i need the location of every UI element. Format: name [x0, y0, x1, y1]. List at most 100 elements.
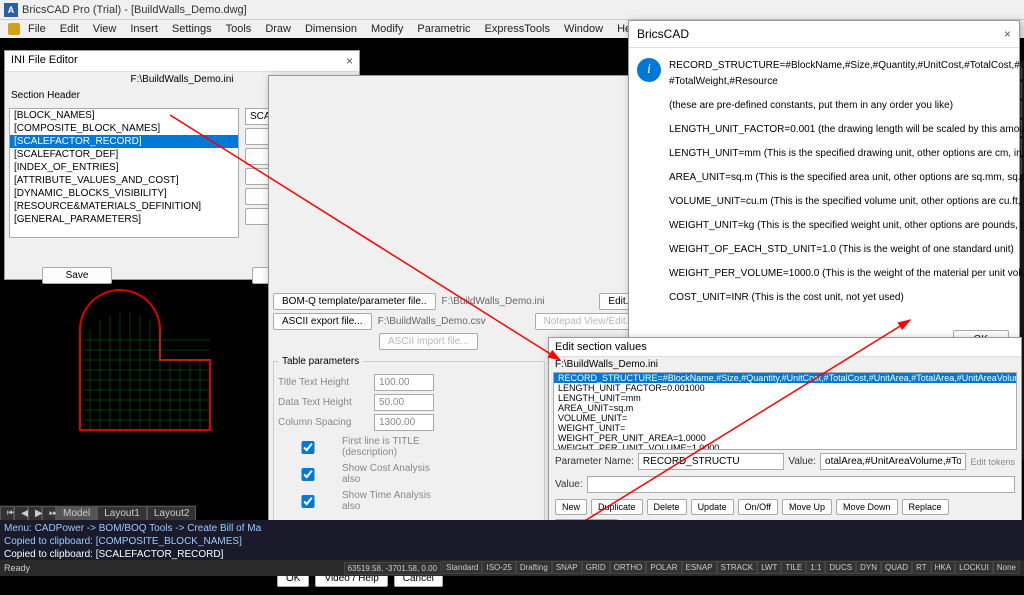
value-item[interactable]: LENGTH_UNIT_FACTOR=0.001000: [554, 383, 1016, 393]
menu-tools[interactable]: Tools: [220, 21, 258, 37]
close-icon[interactable]: ×: [346, 54, 353, 68]
status-lockui[interactable]: LOCKUI: [955, 561, 993, 574]
tab-last-icon[interactable]: ⏭: [42, 506, 56, 521]
table-params-label: Table parameters: [278, 356, 363, 367]
section-item[interactable]: [INDEX_OF_ENTRIES]: [10, 161, 238, 174]
edit-section-dialog: Edit section values F:\BuildWalls_Demo.i…: [548, 337, 1022, 537]
status-polar[interactable]: POLAR: [646, 561, 681, 574]
status-quad[interactable]: QUAD: [881, 561, 912, 574]
value-item[interactable]: WEIGHT_PER_UNIT_AREA=1.0000: [554, 433, 1016, 443]
layout-tabs: ⏮ ◀ ▶ ⏭ Model Layout1 Layout2: [0, 505, 196, 521]
status-esnap[interactable]: ESNAP: [682, 561, 717, 574]
status-dyn[interactable]: DYN: [856, 561, 881, 574]
drawing-shape: [60, 280, 220, 440]
value-item[interactable]: WEIGHT_PER_UNIT_VOLUME=1.0000: [554, 443, 1016, 450]
section-item[interactable]: [RESOURCE&MATERIALS_DEFINITION]: [10, 200, 238, 213]
info-popup: BricsCAD × i RECORD_STRUCTURE=#BlockName…: [628, 20, 1020, 350]
status-snap[interactable]: SNAP: [552, 561, 582, 574]
menu-view[interactable]: View: [87, 21, 123, 37]
menu-insert[interactable]: Insert: [124, 21, 164, 37]
info-title: BricsCAD: [637, 27, 689, 41]
status-drafting[interactable]: Drafting: [516, 561, 552, 574]
notepad-button[interactable]: Notepad View/Edit...: [535, 313, 643, 330]
replace-button[interactable]: Replace: [902, 499, 949, 515]
menu-modify[interactable]: Modify: [365, 21, 409, 37]
menu-draw[interactable]: Draw: [259, 21, 297, 37]
command-line[interactable]: Menu: CADPower -> BOM/BOQ Tools -> Creat…: [0, 520, 1024, 560]
status-rt[interactable]: RT: [912, 561, 931, 574]
status-strack[interactable]: STRACK: [717, 561, 757, 574]
value-item[interactable]: VOLUME_UNIT=: [554, 413, 1016, 423]
update-button[interactable]: Update: [691, 499, 734, 515]
ini-editor-title: INI File Editor: [11, 54, 78, 68]
app-title: BricsCAD Pro (Trial) - [BuildWalls_Demo.…: [22, 4, 247, 16]
section-item[interactable]: [SCALEFACTOR_DEF]: [10, 148, 238, 161]
move-down-button[interactable]: Move Down: [836, 499, 898, 515]
value-item[interactable]: AREA_UNIT=sq.m: [554, 403, 1016, 413]
section-item[interactable]: [SCALEFACTOR_RECORD]: [10, 135, 238, 148]
ascii-import-button[interactable]: ASCII import file...: [379, 333, 478, 350]
section-item[interactable]: [COMPOSITE_BLOCK_NAMES]: [10, 122, 238, 135]
menu-window[interactable]: Window: [558, 21, 609, 37]
tab-layout2[interactable]: Layout2: [147, 506, 197, 521]
info-icon: i: [637, 58, 661, 82]
section-item[interactable]: [ATTRIBUTE_VALUES_AND_COST]: [10, 174, 238, 187]
title-height-input[interactable]: [374, 374, 434, 391]
show-cost-checkbox[interactable]: [278, 468, 338, 481]
param-name-input[interactable]: [638, 453, 784, 470]
info-text: RECORD_STRUCTURE=#BlockName,#Size,#Quant…: [669, 58, 1024, 314]
status-ortho[interactable]: ORTHO: [610, 561, 647, 574]
tab-layout1[interactable]: Layout1: [97, 506, 147, 521]
status-hka[interactable]: HKA: [931, 561, 955, 574]
param-value-input[interactable]: [820, 453, 966, 470]
status-lwt[interactable]: LWT: [757, 561, 781, 574]
status-grid[interactable]: GRID: [582, 561, 610, 574]
show-time-checkbox[interactable]: [278, 495, 338, 508]
col-spacing-input[interactable]: [374, 414, 434, 431]
save-button[interactable]: Save: [42, 267, 112, 284]
status-coords: 63519.58, -3701.58, 0.00: [344, 562, 441, 575]
move-up-button[interactable]: Move Up: [782, 499, 832, 515]
duplicate-button[interactable]: Duplicate: [591, 499, 643, 515]
menu-file[interactable]: File: [22, 21, 52, 37]
data-height-input[interactable]: [374, 394, 434, 411]
status-tile[interactable]: TILE: [781, 561, 806, 574]
menu-expresstools[interactable]: ExpressTools: [479, 21, 556, 37]
menu-dimension[interactable]: Dimension: [299, 21, 363, 37]
tab-model[interactable]: Model: [56, 506, 97, 521]
value-item[interactable]: WEIGHT_UNIT=: [554, 423, 1016, 433]
ascii-export-button[interactable]: ASCII export file...: [273, 313, 372, 330]
new-button[interactable]: New: [555, 499, 587, 515]
on-off-button[interactable]: On/Off: [738, 499, 778, 515]
tab-first-icon[interactable]: ⏮: [0, 506, 14, 521]
menu-parametric[interactable]: Parametric: [411, 21, 476, 37]
status-none[interactable]: None: [993, 561, 1020, 574]
statusbar: Ready 63519.58, -3701.58, 0.00 StandardI…: [0, 560, 1024, 576]
tab-next-icon[interactable]: ▶: [28, 506, 42, 521]
value-item[interactable]: RECORD_STRUCTURE=#BlockName,#Size,#Quant…: [554, 373, 1016, 383]
value-item[interactable]: LENGTH_UNIT=mm: [554, 393, 1016, 403]
edit-tokens-link[interactable]: Edit tokens: [970, 457, 1015, 467]
bomq-path: F:\BuildWalls_Demo.ini: [442, 296, 594, 307]
tab-prev-icon[interactable]: ◀: [14, 506, 28, 521]
status-1:1[interactable]: 1:1: [806, 561, 825, 574]
delete-button[interactable]: Delete: [647, 499, 687, 515]
section-item[interactable]: [GENERAL_PARAMETERS]: [10, 213, 238, 226]
ascii-path: F:\BuildWalls_Demo.csv: [378, 316, 529, 327]
status-standard[interactable]: Standard: [442, 561, 482, 574]
close-icon[interactable]: ×: [1004, 27, 1011, 41]
bomq-template-button[interactable]: BOM-Q template/parameter file..: [273, 293, 436, 310]
menu-settings[interactable]: Settings: [166, 21, 218, 37]
section-item[interactable]: [DYNAMIC_BLOCKS_VISIBILITY]: [10, 187, 238, 200]
menu-edit[interactable]: Edit: [54, 21, 85, 37]
edit-section-path: F:\BuildWalls_Demo.ini: [549, 357, 1021, 372]
edit-section-title: Edit section values: [555, 341, 647, 353]
first-line-title-checkbox[interactable]: [278, 441, 338, 454]
status-ready: Ready: [4, 563, 30, 573]
param-value2-input[interactable]: [587, 476, 1015, 493]
section-item[interactable]: [BLOCK_NAMES]: [10, 109, 238, 122]
status-iso-25[interactable]: ISO-25: [482, 561, 515, 574]
status-ducs[interactable]: DUCS: [825, 561, 856, 574]
section-values-list[interactable]: RECORD_STRUCTURE=#BlockName,#Size,#Quant…: [553, 372, 1017, 450]
section-list[interactable]: [BLOCK_NAMES][COMPOSITE_BLOCK_NAMES][SCA…: [9, 108, 239, 238]
